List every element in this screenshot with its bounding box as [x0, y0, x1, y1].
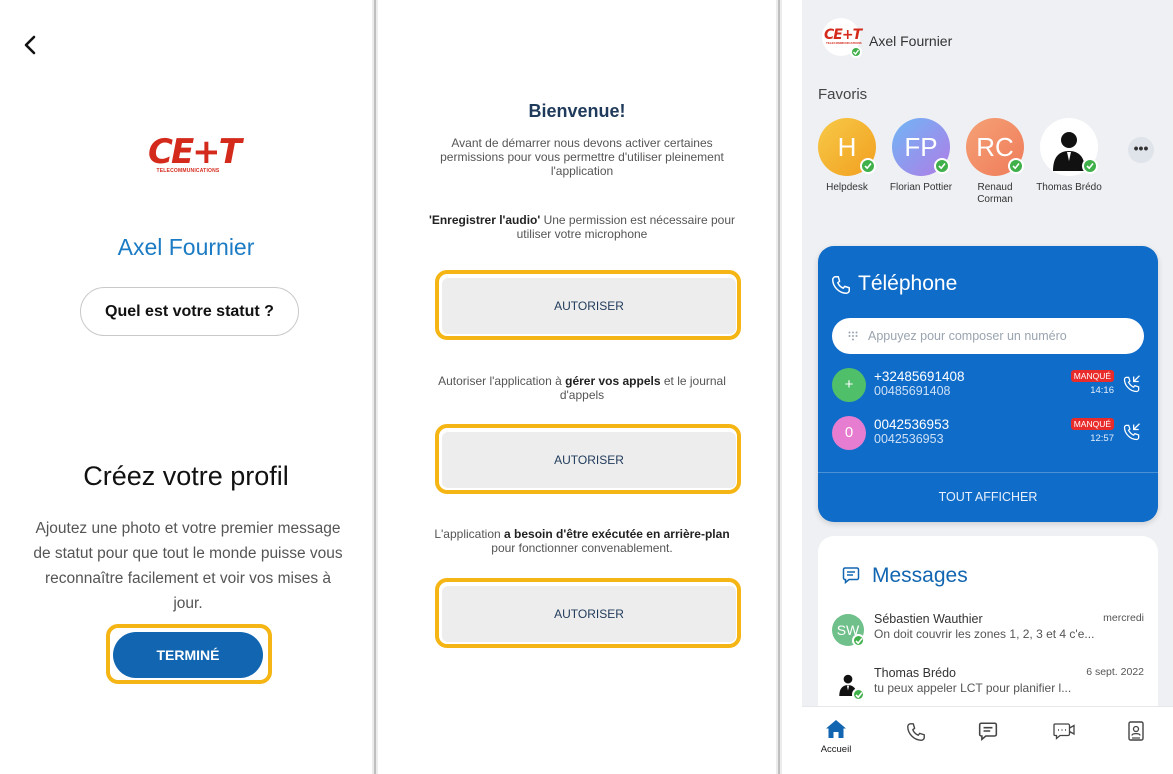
favorite-contact[interactable]: RC Renaud Corman [960, 118, 1030, 206]
home-screen: CE+T TELECOMMUNICATIONS Axel Fournier Fa… [802, 0, 1173, 774]
online-status-icon [852, 688, 865, 701]
show-all-button[interactable]: TOUT AFFICHER [818, 490, 1158, 504]
chat-icon [842, 567, 860, 584]
favorite-name: Helpdesk [826, 182, 868, 193]
online-status-icon [1008, 158, 1024, 174]
online-status-icon [852, 634, 865, 647]
missed-badge: MANQUÉ [1070, 418, 1114, 430]
favorite-avatar: RC [966, 118, 1024, 176]
message-sender: Thomas Brédo [874, 666, 956, 680]
favorites-title: Favoris [818, 86, 868, 103]
welcome-title: Bienvenue! [528, 101, 626, 121]
call-row[interactable]: 0 0042536953 0042536953 MANQUÉ 12:57 [830, 412, 1150, 454]
call-back-icon[interactable] [1122, 374, 1142, 399]
call-avatar: + [832, 368, 866, 402]
authorize-background-button[interactable]: AUTORISER [442, 586, 736, 642]
favorite-avatar: FP [892, 118, 950, 176]
nav-calls[interactable] [894, 721, 938, 748]
online-status-icon [860, 158, 876, 174]
messages-title: Messages [872, 564, 968, 587]
phone-icon [907, 723, 925, 741]
call-row[interactable]: + +32485691408 00485691408 MANQUÉ 14:16 [830, 364, 1150, 406]
permissions-screen: Bienvenue! Avant de démarrer nous devons… [378, 8, 776, 774]
audio-permission-bold: 'Enregistrer l'audio' [428, 213, 541, 227]
authorize-audio-button[interactable]: AUTORISER [442, 278, 736, 334]
message-sender: Sébastien Wauthier [874, 612, 983, 626]
my-avatar[interactable]: CE+T TELECOMMUNICATIONS [822, 18, 862, 58]
background-permission-text: L'application a besoin d'être exécutée e… [422, 527, 742, 555]
more-favorites-button[interactable]: ••• [1128, 137, 1154, 163]
bottom-navigation: Accueil [802, 706, 1173, 774]
video-chat-icon [1053, 723, 1075, 740]
call-number: 0042536953 [874, 417, 950, 432]
home-icon [826, 720, 846, 738]
call-back-icon[interactable] [1122, 422, 1142, 447]
favorite-initials: RC [976, 132, 1014, 162]
background-permission-pre: L'application [434, 527, 505, 541]
favorite-name: Renaud Corman [977, 182, 1013, 205]
favorite-contact[interactable]: H Helpdesk [812, 118, 882, 194]
current-user-name: Axel Fournier [869, 33, 953, 49]
authorize-calls-button[interactable]: AUTORISER [442, 432, 736, 488]
background-permission-bold: a besoin d'être exécutée en arrière-plan [504, 527, 730, 541]
contacts-icon [1128, 721, 1144, 741]
company-logo: CE+T TELECOMMUNICATIONS [148, 132, 242, 174]
user-name: Axel Fournier [117, 234, 255, 260]
message-preview: tu peux appeler LCT pour planifier l... [874, 681, 1072, 695]
status-button[interactable]: Quel est votre statut ? [80, 287, 299, 336]
panel-divider [776, 0, 782, 774]
calls-permission-text: Autoriser l'application à gérer vos appe… [422, 374, 742, 402]
phone-title: Téléphone [858, 272, 958, 295]
nav-messages[interactable] [966, 721, 1010, 746]
phone-icon [832, 276, 850, 294]
favorite-contact[interactable]: FP Florian Pottier [886, 118, 956, 194]
message-preview: On doit couvrir les zones 1, 2, 3 et 4 c… [874, 627, 1095, 641]
profile-screen: CE+T TELECOMMUNICATIONS Axel Fournier Qu… [0, 0, 372, 774]
nav-contacts[interactable] [1114, 721, 1158, 746]
calls-permission-pre: Autoriser l'application à [438, 374, 566, 388]
dial-placeholder: Appuyez pour composer un numéro [868, 329, 1067, 343]
message-avatar [832, 668, 865, 701]
card-divider [818, 472, 1158, 473]
online-status-icon [934, 158, 950, 174]
background-permission-post: pour fonctionner convenablement. [491, 541, 673, 555]
online-status-icon [850, 46, 862, 58]
audio-permission-rest: Une permission est nécessaire pour utili… [516, 213, 736, 241]
back-arrow-icon[interactable] [20, 33, 42, 57]
call-subnumber: 0042536953 [874, 432, 944, 446]
calls-permission-bold: gérer vos appels [565, 374, 661, 388]
audio-permission-text: 'Enregistrer l'audio' Une permission est… [422, 213, 742, 241]
message-date: mercredi [1103, 612, 1144, 624]
message-avatar: SW [832, 614, 865, 647]
message-row[interactable]: Thomas Brédo tu peux appeler LCT pour pla… [830, 662, 1150, 712]
favorite-name: Florian Pottier [889, 182, 953, 193]
favorite-avatar: H [818, 118, 876, 176]
chat-icon [978, 722, 998, 742]
dialpad-icon [848, 331, 858, 341]
favorite-initials: FP [904, 132, 938, 162]
favorite-avatar [1040, 118, 1098, 176]
phone-card: Téléphone Appuyez pour composer un numér… [818, 246, 1158, 522]
person-icon [1049, 127, 1089, 191]
message-row[interactable]: SW Sébastien Wauthier On doit couvrir les … [830, 608, 1150, 658]
online-status-icon [1082, 158, 1098, 174]
call-number: +32485691408 [874, 369, 965, 384]
call-subnumber: 00485691408 [874, 384, 951, 398]
nav-video[interactable] [1042, 721, 1086, 746]
done-button[interactable]: TERMINÉ [113, 632, 263, 678]
call-time: 14:16 [1090, 385, 1114, 396]
nav-home[interactable]: Accueil [814, 719, 858, 755]
missed-badge: MANQUÉ [1070, 370, 1114, 382]
call-avatar: 0 [832, 416, 866, 450]
favorite-initials: H [837, 132, 857, 162]
message-date: 6 sept. 2022 [1086, 666, 1144, 678]
dial-input[interactable]: Appuyez pour composer un numéro [832, 318, 1144, 354]
profile-description: Ajoutez une photo et votre premier messa… [33, 520, 343, 612]
nav-home-label: Accueil [820, 744, 852, 755]
call-time: 12:57 [1090, 433, 1114, 444]
favorite-contact[interactable]: Thomas Brédo [1034, 118, 1104, 194]
permissions-intro: Avant de démarrer nous devons activer ce… [440, 136, 724, 178]
create-profile-heading: Créez votre profil [83, 461, 289, 491]
